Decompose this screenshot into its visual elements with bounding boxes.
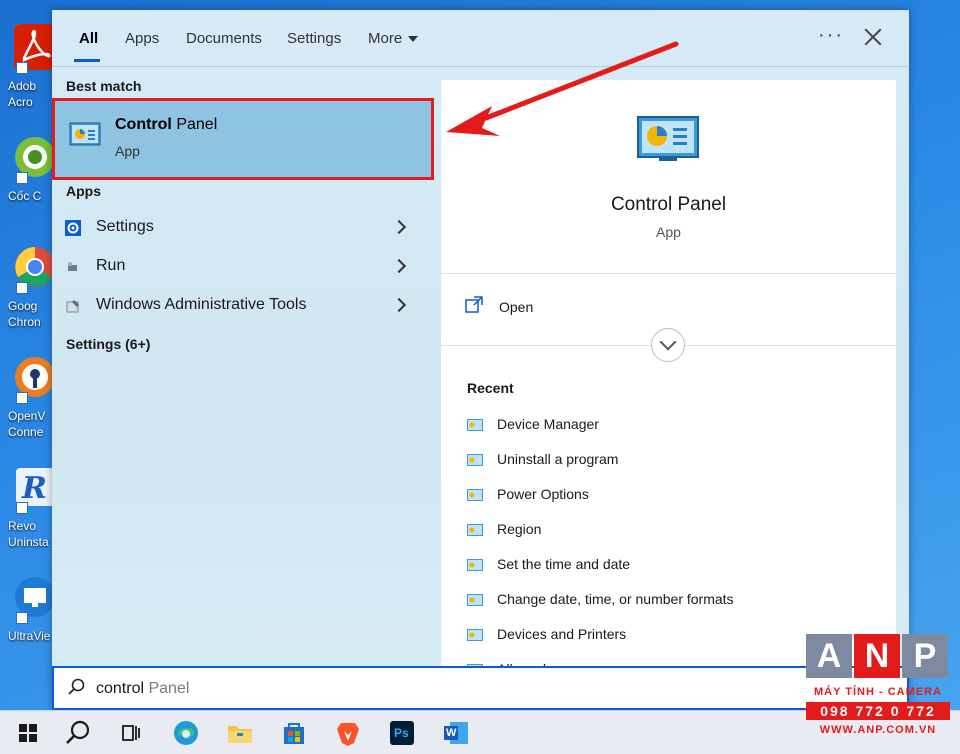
chevron-right-icon[interactable]: [391, 258, 407, 274]
microsoft-store-icon[interactable]: [278, 717, 310, 749]
expand-button[interactable]: [651, 328, 685, 362]
shortcut-arrow-icon: [16, 612, 28, 624]
app-result-name: Run: [96, 257, 126, 274]
control-panel-large-icon: [637, 116, 699, 162]
word-icon[interactable]: W: [440, 717, 472, 749]
more-options-icon[interactable]: ···: [818, 24, 844, 47]
recent-item[interactable]: Devices and Printers: [467, 624, 847, 648]
chevron-right-icon[interactable]: [391, 297, 407, 313]
anp-watermark-logo: A N P MÁY TÍNH - CAMERA 098 772 0 772 WW…: [806, 634, 950, 744]
recent-item[interactable]: Change date, time, or number formats: [467, 589, 847, 613]
shortcut-arrow-icon: [16, 392, 28, 404]
shortcut-arrow-icon: [16, 502, 28, 514]
chevron-right-icon[interactable]: [391, 219, 407, 235]
tab-settings[interactable]: Settings: [287, 30, 341, 47]
file-explorer-icon[interactable]: [224, 717, 256, 749]
chevron-down-icon: [408, 36, 419, 43]
control-panel-small-icon: [467, 488, 483, 501]
preview-title: Control Panel: [610, 194, 727, 215]
close-icon[interactable]: [862, 26, 884, 48]
recent-item[interactable]: Region: [467, 519, 847, 543]
recent-item-label: Change date, time, or number formats: [497, 591, 734, 607]
shortcut-arrow-icon: [16, 282, 28, 294]
best-match-heading: Best match: [66, 78, 142, 94]
photoshop-icon[interactable]: Ps: [386, 717, 418, 749]
recent-heading: Recent: [467, 380, 514, 396]
best-match-control-panel[interactable]: Control Panel App: [52, 98, 434, 180]
tab-apps[interactable]: Apps: [125, 30, 159, 47]
task-view-icon[interactable]: [114, 717, 146, 749]
logo-letter: A: [806, 634, 852, 678]
divider: [441, 273, 896, 274]
app-result-windows-administrative-tools[interactable]: Windows Administrative Tools: [52, 288, 422, 324]
apps-heading: Apps: [66, 183, 101, 199]
open-action[interactable]: Open: [465, 296, 665, 320]
preview-subtitle: App: [656, 224, 681, 240]
recent-item-label: Power Options: [497, 486, 589, 502]
best-match-title: Control Panel: [115, 116, 217, 134]
control-panel-small-icon: [467, 453, 483, 466]
search-autocomplete-text: Panel: [144, 680, 190, 697]
logo-tagline: MÁY TÍNH - CAMERA: [813, 686, 942, 698]
search-typed-text: control: [96, 680, 145, 697]
best-match-subtitle: App: [115, 143, 140, 159]
open-label: Open: [499, 299, 534, 315]
recent-item-label: Region: [497, 521, 542, 537]
recent-item[interactable]: Device Manager: [467, 414, 847, 438]
best-match-title-bold: Control: [115, 116, 172, 133]
recent-item[interactable]: Power Options: [467, 484, 847, 508]
edge-icon[interactable]: [170, 717, 202, 749]
tab-divider: [52, 66, 909, 67]
control-panel-small-icon: [467, 523, 483, 536]
admin-tools-icon: [65, 298, 81, 314]
app-result-run[interactable]: Run: [52, 249, 422, 285]
control-panel-small-icon: [467, 593, 483, 606]
tab-all[interactable]: All: [79, 30, 98, 47]
search-tabs: All Apps Documents Settings More ···: [52, 10, 909, 66]
control-panel-small-icon: [467, 558, 483, 571]
preview-pane: Control Panel App Open Recent Device Man…: [441, 80, 896, 710]
recent-item-label: Device Manager: [497, 416, 599, 432]
start-search-panel: All Apps Documents Settings More ··· Bes…: [52, 10, 909, 710]
recent-item-label: Uninstall a program: [497, 451, 619, 467]
recent-item-label: Devices and Printers: [497, 626, 627, 642]
brave-icon[interactable]: [332, 717, 364, 749]
chevron-down-icon: [659, 333, 677, 351]
logo-phone: 098 772 0 772: [806, 702, 950, 720]
recent-item-label: Set the time and date: [497, 556, 631, 572]
control-panel-icon: [69, 122, 101, 148]
search-query: control Panel: [96, 680, 189, 698]
control-panel-small-icon: [467, 418, 483, 431]
settings-heading[interactable]: Settings (6+): [66, 336, 150, 352]
shortcut-arrow-icon: [16, 172, 28, 184]
tab-more-label: More: [368, 30, 403, 47]
best-match-title-rest: Panel: [171, 116, 218, 133]
photoshop-label: Ps: [394, 726, 409, 740]
recent-item[interactable]: Uninstall a program: [467, 449, 847, 473]
active-tab-indicator: [74, 59, 100, 62]
tab-documents[interactable]: Documents: [186, 30, 262, 47]
app-result-name: Windows Administrative Tools: [96, 296, 307, 313]
shortcut-arrow-icon: [16, 62, 28, 74]
app-result-settings[interactable]: Settings: [52, 210, 422, 246]
recent-item[interactable]: Set the time and date: [467, 554, 847, 578]
word-label: W: [446, 727, 457, 739]
search-input[interactable]: control Panel: [52, 666, 909, 710]
windows-start-icon[interactable]: [12, 717, 44, 749]
logo-letter: P: [902, 634, 948, 678]
svg-text:R: R: [21, 471, 47, 506]
logo-website: WWW.ANP.COM.VN: [819, 724, 937, 736]
gear-icon: [65, 220, 81, 236]
search-icon[interactable]: [62, 717, 94, 749]
open-window-icon: [465, 296, 483, 314]
run-icon: [65, 259, 81, 275]
tab-more[interactable]: More: [368, 30, 419, 47]
control-panel-small-icon: [467, 628, 483, 641]
logo-letter: N: [854, 634, 900, 678]
search-icon: [68, 678, 86, 696]
app-result-name: Settings: [96, 218, 154, 235]
